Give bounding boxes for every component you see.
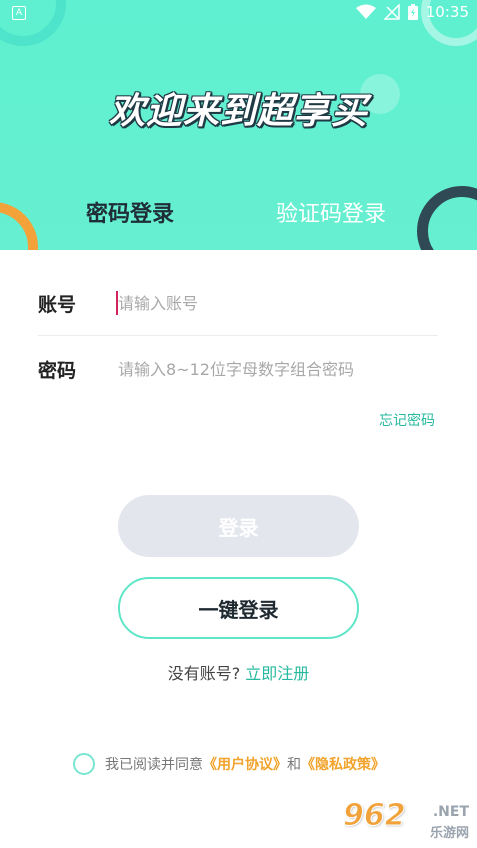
watermark-site-name: 乐游网 xyxy=(429,826,469,841)
register-text: 没有账号? xyxy=(167,664,241,683)
account-input[interactable] xyxy=(118,288,434,318)
password-input[interactable] xyxy=(118,354,434,384)
battery-icon xyxy=(407,4,418,20)
clock: 10:35 xyxy=(425,3,469,21)
tab-code-login[interactable]: 验证码登录 xyxy=(276,196,386,228)
forgot-password-link[interactable]: 忘记密码 xyxy=(379,410,435,430)
status-bar: A 10:35 xyxy=(0,0,477,26)
status-icons: 10:35 xyxy=(355,3,469,21)
page-title: 欢迎来到超享买 xyxy=(108,91,368,132)
password-label: 密码 xyxy=(38,360,77,382)
watermark-logo: 962 .NET 乐游网 xyxy=(339,798,471,844)
register-link[interactable]: 立即注册 xyxy=(245,664,309,683)
decor-ring-dark xyxy=(417,186,477,250)
agreement-prefix: 我已阅读并同意 xyxy=(105,757,203,773)
agreement-checkbox[interactable] xyxy=(73,753,95,775)
quick-login-button[interactable]: 一键登录 xyxy=(118,577,359,639)
privacy-policy-link[interactable]: 《隐私政策》 xyxy=(301,754,385,774)
agreement-conjunction: 和 xyxy=(287,757,301,773)
wifi-icon xyxy=(355,4,376,19)
signal-icon xyxy=(383,4,400,20)
login-button[interactable]: 登录 xyxy=(118,495,359,557)
account-label: 账号 xyxy=(38,294,77,316)
register-prompt: 没有账号? 立即注册 xyxy=(0,660,477,684)
watermark-domain: .NET xyxy=(432,804,469,820)
user-agreement-link[interactable]: 《用户协议》 xyxy=(203,754,287,774)
header: A 10:35 欢迎来到超享买 密码登录 验证码登录 xyxy=(0,0,477,250)
watermark-number: 962 xyxy=(343,798,407,834)
agreement-row: 我已阅读并同意 《用户协议》 和 《隐私政策》 xyxy=(73,753,385,775)
tab-password-login[interactable]: 密码登录 xyxy=(86,196,174,228)
password-row: 密码 xyxy=(38,344,438,394)
notification-icon: A xyxy=(12,6,26,20)
decor-ring-orange xyxy=(0,202,38,250)
account-row: 账号 xyxy=(38,278,438,336)
